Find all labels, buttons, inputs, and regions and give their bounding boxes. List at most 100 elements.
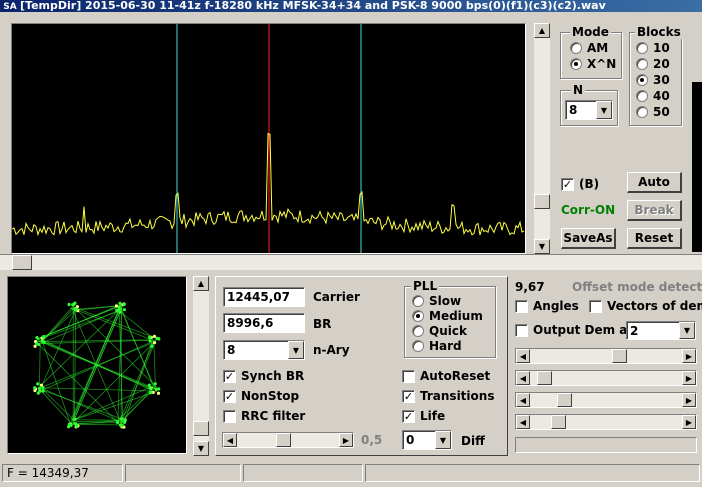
chevron-down-icon[interactable]: ▼ (435, 431, 451, 449)
n-select[interactable]: 8 ▼ (565, 100, 613, 120)
slider-track[interactable] (530, 349, 682, 363)
mode-radio-xn[interactable]: X^N (570, 57, 616, 71)
symbol-point (38, 389, 42, 393)
br-label: BR (313, 317, 332, 331)
mode-radio-am[interactable]: AM (570, 41, 608, 55)
nonstop-checkbox[interactable]: ✓ NonStop (223, 389, 299, 403)
demod-slider-4[interactable]: ◀ ▶ (515, 414, 697, 430)
blocks-radio-30[interactable]: 30 (636, 73, 670, 87)
spectrum-plot (12, 24, 525, 253)
symbol-point (153, 382, 157, 386)
reset-button[interactable]: Reset (627, 228, 682, 249)
rrc-filter-checkbox[interactable]: RRC filter (223, 409, 305, 423)
b-checkbox[interactable]: ✓ (B) (561, 177, 599, 191)
auto-button[interactable]: Auto (627, 172, 682, 193)
slider-track[interactable] (530, 415, 682, 429)
symbol-point (154, 387, 158, 392)
vectors-checkbox[interactable]: Vectors of dem (589, 299, 702, 313)
spectrum-hscroll[interactable] (0, 254, 702, 270)
transitions-checkbox[interactable]: ✓ Transitions (402, 389, 494, 403)
scroll-track[interactable] (534, 38, 550, 239)
slider-track[interactable] (530, 371, 682, 385)
offset-status: Offset mode detected (572, 280, 702, 294)
slider-thumb[interactable] (536, 371, 552, 385)
blocks-radio-40[interactable]: 40 (636, 89, 670, 103)
mode-option-label: AM (587, 41, 609, 55)
demod-slider-1[interactable]: ◀ ▶ (515, 348, 697, 364)
slider-track[interactable] (530, 393, 682, 407)
symbol-point (152, 334, 157, 338)
scroll-up-button[interactable]: ▲ (534, 23, 550, 38)
carrier-input[interactable]: 12445,07 (223, 287, 305, 307)
scroll-thumb[interactable] (534, 194, 550, 209)
pll-radio-slow[interactable]: Slow (412, 294, 461, 308)
chevron-down-icon[interactable]: ▼ (288, 341, 304, 359)
break-button[interactable]: Break (627, 200, 682, 221)
arrow-left-icon[interactable]: ◀ (516, 415, 530, 429)
checkbox-icon (515, 323, 528, 337)
demod-slider-2[interactable]: ◀ ▶ (515, 370, 697, 386)
spectrum-display[interactable] (11, 23, 526, 254)
demod-slider-3[interactable]: ◀ ▶ (515, 392, 697, 408)
angles-checkbox[interactable]: Angles (515, 299, 579, 313)
chevron-down-icon[interactable]: ▼ (596, 101, 612, 119)
arrow-right-icon[interactable]: ▶ (339, 433, 353, 447)
symbol-point (33, 386, 37, 390)
pll-radio-quick[interactable]: Quick (412, 324, 467, 338)
scroll-down-button[interactable]: ▼ (534, 239, 550, 254)
arrow-right-icon[interactable]: ▶ (682, 415, 696, 429)
pll-radio-hard[interactable]: Hard (412, 339, 462, 353)
diff-select[interactable]: 0 ▼ (402, 430, 452, 450)
status-panel-3 (243, 464, 363, 482)
slider-thumb[interactable] (612, 349, 628, 363)
slider-thumb[interactable] (557, 393, 573, 407)
checkbox-icon: ✓ (561, 177, 574, 191)
transition-line (70, 422, 123, 424)
symbol-point (67, 302, 71, 307)
rrc-value: 0,5 (361, 433, 383, 447)
chevron-down-icon[interactable]: ▼ (679, 322, 695, 339)
radio-icon (412, 295, 424, 307)
arrow-left-icon[interactable]: ◀ (223, 433, 237, 447)
saveas-button[interactable]: SaveAs (561, 228, 616, 249)
radio-icon (412, 340, 424, 352)
symbol-point (37, 342, 41, 347)
arrow-right-icon[interactable]: ▶ (682, 349, 696, 363)
slider-track[interactable] (237, 433, 339, 447)
hscroll-thumb[interactable] (12, 255, 32, 270)
slider-thumb[interactable] (275, 433, 291, 447)
blocks-radio-20[interactable]: 20 (636, 57, 670, 71)
arrow-left-icon[interactable]: ◀ (516, 393, 530, 407)
scroll-up-button[interactable]: ▲ (193, 276, 209, 291)
scroll-thumb[interactable] (193, 421, 209, 436)
output-dem-select[interactable]: 2 ▼ (626, 321, 696, 340)
symbol-point (156, 336, 160, 341)
nary-label: n-Ary (313, 343, 350, 357)
transition-line (39, 387, 154, 392)
arrow-right-icon[interactable]: ▶ (682, 393, 696, 407)
constellation-vscroll[interactable]: ▲ ▼ (193, 276, 209, 456)
slider-thumb[interactable] (550, 415, 566, 429)
blocks-radio-10[interactable]: 10 (636, 41, 670, 55)
pll-radio-medium[interactable]: Medium (412, 309, 483, 323)
nary-select[interactable]: 8 ▼ (223, 340, 305, 360)
synch-br-checkbox[interactable]: ✓ Synch BR (223, 369, 304, 383)
autoreset-checkbox[interactable]: AutoReset (402, 369, 490, 383)
arrow-right-icon[interactable]: ▶ (682, 371, 696, 385)
symbol-point (122, 420, 127, 425)
blocks-radio-50[interactable]: 50 (636, 105, 670, 119)
arrow-down-icon: ▼ (197, 444, 205, 453)
arrow-left-icon[interactable]: ◀ (516, 371, 530, 385)
spectrum-trace (12, 132, 525, 237)
app-icon: SA (3, 2, 17, 12)
scroll-track[interactable] (193, 291, 209, 441)
life-checkbox[interactable]: ✓ Life (402, 409, 445, 423)
transition-line (117, 309, 154, 339)
output-dem-checkbox[interactable]: Output Dem as (515, 323, 635, 337)
offset-value: 9,67 (515, 280, 545, 294)
spectrum-vscroll[interactable]: ▲ ▼ (534, 23, 550, 254)
rrc-slider[interactable]: ◀ ▶ (222, 432, 354, 448)
arrow-left-icon[interactable]: ◀ (516, 349, 530, 363)
scroll-down-button[interactable]: ▼ (193, 441, 209, 456)
br-input[interactable]: 8996,6 (223, 313, 305, 333)
